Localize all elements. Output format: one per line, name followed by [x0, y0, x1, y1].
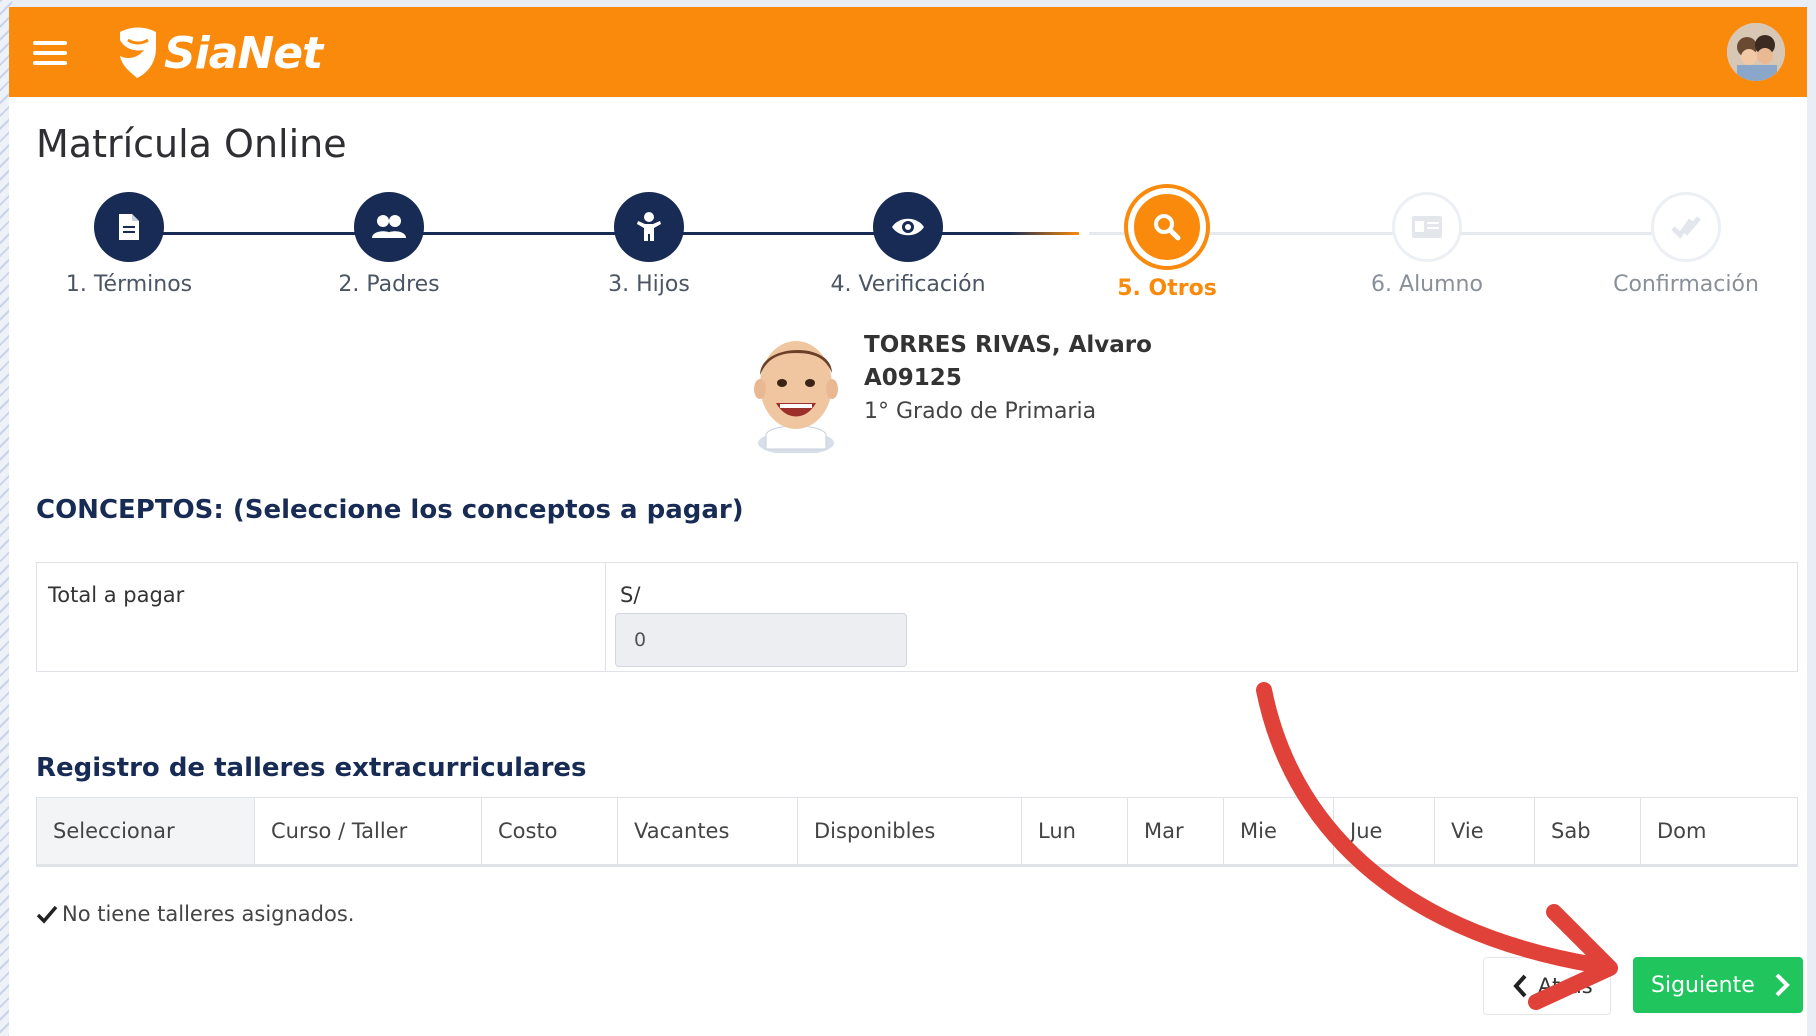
- col-header: Sab: [1535, 798, 1641, 864]
- app-window: SiaNet Matrícula Online 1. Términos 2. P…: [9, 7, 1807, 1036]
- top-navbar: SiaNet: [9, 7, 1807, 97]
- total-label: Total a pagar: [48, 583, 185, 607]
- col-header: Dom: [1657, 819, 1707, 843]
- user-avatar[interactable]: [1727, 23, 1785, 81]
- col-header: Curso / Taller: [255, 798, 482, 864]
- col-header: Mar: [1128, 798, 1224, 864]
- student-photo: [746, 323, 846, 455]
- previous-button[interactable]: Atrás: [1483, 957, 1611, 1015]
- concepts-table: Total a pagar S/: [36, 562, 1798, 672]
- col-header: Lun: [1022, 798, 1128, 864]
- step-padres[interactable]: 2. Padres: [269, 192, 509, 297]
- step-label: 5. Otros: [1117, 276, 1217, 301]
- empty-message-text: No tiene talleres asignados.: [62, 902, 355, 926]
- step-label: 1. Términos: [65, 272, 193, 297]
- eye-icon: [892, 218, 924, 236]
- talleres-title: Registro de talleres extracurriculares: [36, 753, 587, 783]
- empty-talleres-message: No tiene talleres asignados.: [36, 902, 354, 926]
- col-header: Mie: [1224, 798, 1334, 864]
- hamburger-menu-icon[interactable]: [33, 41, 67, 67]
- step-label: 6. Alumno: [1371, 272, 1483, 297]
- document-icon: [119, 214, 139, 240]
- page-title: Matrícula Online: [36, 122, 347, 166]
- col-header: Vie: [1435, 798, 1535, 864]
- id-card-icon: [1412, 216, 1442, 238]
- col-header: Disponibles: [798, 798, 1022, 864]
- next-button[interactable]: Siguiente: [1633, 957, 1803, 1013]
- child-icon: [637, 212, 661, 241]
- step-alumno: 6. Alumno: [1307, 192, 1547, 297]
- col-header: Jue: [1334, 798, 1435, 864]
- step-terminos[interactable]: 1. Términos: [9, 192, 249, 297]
- step-otros[interactable]: 5. Otros: [1047, 188, 1287, 301]
- next-button-label: Siguiente: [1651, 972, 1755, 998]
- column-divider: [605, 563, 606, 671]
- chevron-right-icon: [1775, 973, 1790, 997]
- currency-label: S/: [620, 583, 641, 607]
- col-header: Seleccionar: [37, 798, 255, 864]
- step-verificacion[interactable]: 4. Verificación: [788, 192, 1028, 297]
- student-code: A09125: [864, 365, 962, 391]
- col-header: Costo: [482, 798, 618, 864]
- talleres-table-header: Seleccionar Curso / Taller Costo Vacante…: [36, 797, 1798, 867]
- student-grade: 1° Grado de Primaria: [864, 399, 1097, 424]
- previous-button-label: Atrás: [1538, 974, 1593, 998]
- search-icon: [1154, 214, 1181, 241]
- step-label: Confirmación: [1613, 272, 1759, 297]
- brand-name: SiaNet: [164, 27, 323, 79]
- step-label: 2. Padres: [338, 272, 440, 297]
- user-photo-icon: [1727, 23, 1785, 81]
- concepts-title: CONCEPTOS: (Seleccione los conceptos a p…: [36, 495, 744, 525]
- student-portrait-icon: [754, 341, 838, 455]
- users-icon: [372, 215, 406, 238]
- chevron-left-icon: [1513, 974, 1527, 998]
- step-label: 4. Verificación: [830, 272, 986, 297]
- enrollment-stepper: 1. Términos 2. Padres 3. Hijos 4. Verifi…: [9, 188, 1807, 322]
- total-amount-field[interactable]: [615, 613, 907, 667]
- student-name: TORRES RIVAS, Alvaro: [864, 332, 1152, 358]
- check-icon: [36, 905, 58, 924]
- col-header: Vacantes: [618, 798, 798, 864]
- step-hijos[interactable]: 3. Hijos: [529, 192, 769, 297]
- check-double-icon: [1671, 216, 1701, 239]
- logo-mark-icon: [120, 27, 156, 78]
- brand-logo[interactable]: SiaNet: [114, 25, 323, 81]
- step-confirmacion: Confirmación: [1566, 192, 1806, 297]
- step-label: 3. Hijos: [608, 272, 690, 297]
